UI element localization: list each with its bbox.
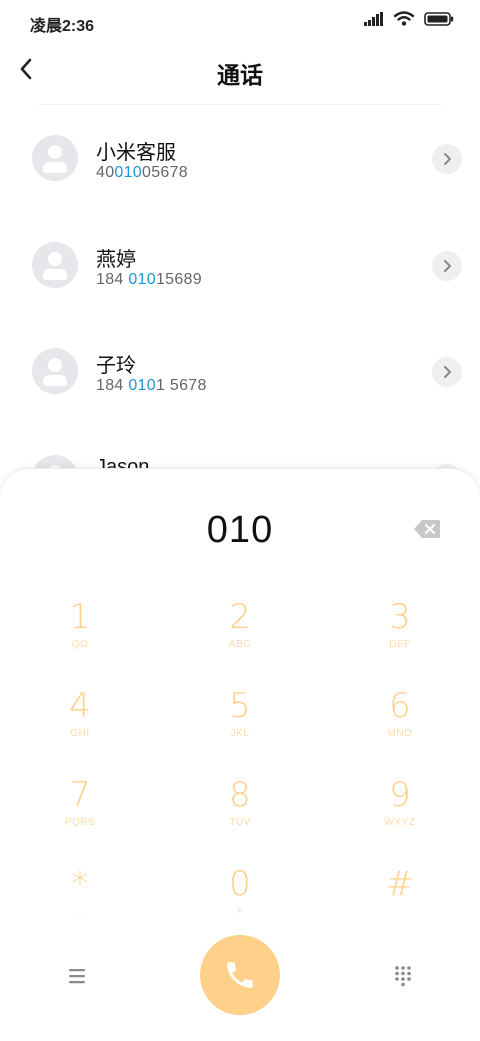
dial-key-5[interactable]: 5 JKL	[180, 686, 300, 766]
dial-key-digit: 3	[389, 597, 411, 637]
avatar	[32, 242, 78, 288]
menu-button[interactable]	[66, 965, 88, 987]
dial-key-3[interactable]: 3 DEF	[340, 597, 460, 677]
contact-item[interactable]: 子玲 184 0101 5678	[0, 318, 480, 418]
dial-key-digit: 4	[69, 686, 91, 726]
dial-key-6[interactable]: 6 MNO	[340, 686, 460, 766]
contact-detail-button[interactable]	[432, 251, 462, 281]
dial-key-letters: GHI	[70, 728, 90, 739]
dial-key-letters: JKL	[230, 728, 250, 739]
status-bar: 凌晨2:36	[0, 0, 480, 40]
dial-key-letters: TUV	[229, 817, 251, 828]
dial-key-digit: 5	[229, 686, 251, 726]
dial-key-letters: MNO	[387, 728, 413, 739]
contact-detail-button[interactable]	[432, 357, 462, 387]
dial-key-digit: #	[385, 864, 415, 904]
dialpad-sheet: 010 1 QO 2 ABC 3 DEF 4 GHI 5 JKL 6 MNO 7…	[0, 468, 480, 1041]
contact-name: 子玲	[96, 355, 136, 377]
dial-key-letters: PQRS	[64, 817, 96, 828]
chevron-right-icon	[444, 260, 451, 272]
header: 通话	[0, 40, 480, 102]
contact-number: 184 01015689	[96, 271, 202, 288]
contact-detail-button[interactable]	[432, 144, 462, 174]
dial-key-hash[interactable]: #	[340, 864, 460, 944]
keypad-grid-icon	[395, 966, 411, 987]
dial-key-1[interactable]: 1 QO	[20, 597, 140, 677]
status-icons	[364, 11, 454, 26]
contact-item[interactable]: 小米客服 4001005678	[0, 105, 480, 205]
page-title: 通话	[217, 62, 263, 88]
battery-icon	[424, 11, 454, 26]
dial-key-letters: +	[236, 906, 244, 917]
menu-icon	[69, 969, 85, 984]
dial-number-input[interactable]: 010	[0, 509, 480, 552]
contact-name: 燕婷	[96, 249, 136, 271]
dial-key-digit: 0	[229, 864, 251, 904]
chevron-right-icon	[444, 366, 451, 378]
dial-key-7[interactable]: 7 PQRS	[20, 775, 140, 855]
phone-icon	[227, 962, 253, 988]
dial-key-4[interactable]: 4 GHI	[20, 686, 140, 766]
chevron-right-icon	[444, 153, 451, 165]
dial-key-8[interactable]: 8 TUV	[180, 775, 300, 855]
avatar	[32, 348, 78, 394]
dial-key-digit: 7	[69, 775, 91, 815]
contact-number: 4001005678	[96, 164, 189, 181]
dial-key-digit: 6	[389, 686, 411, 726]
dialpad-actions	[0, 935, 480, 1025]
dial-key-digit: 1	[69, 597, 91, 637]
dial-key-letters: QO	[71, 639, 89, 650]
dial-key-letters: WXYZ	[384, 817, 416, 828]
dial-key-digit: 8	[229, 775, 251, 815]
call-button[interactable]	[200, 935, 280, 1015]
contact-name: 小米客服	[96, 142, 176, 164]
dial-key-digit: 9	[389, 775, 411, 815]
dial-key-letters: DEF	[389, 639, 411, 650]
backspace-button[interactable]	[413, 519, 441, 539]
status-time: 凌晨2:36	[30, 18, 95, 35]
dial-key-star[interactable]: * ,	[20, 864, 140, 944]
dial-key-2[interactable]: 2 ABC	[180, 597, 300, 677]
backspace-icon	[414, 520, 440, 538]
dial-key-9[interactable]: 9 WXYZ	[340, 775, 460, 855]
dial-key-digit: *	[71, 864, 89, 904]
contact-number: 184 0101 5678	[96, 377, 207, 394]
wifi-icon	[394, 11, 414, 26]
contact-item[interactable]: 燕婷 184 01015689	[0, 212, 480, 312]
keypad-toggle-button[interactable]	[392, 965, 414, 987]
avatar	[32, 135, 78, 181]
dial-key-letters: ABC	[228, 639, 252, 650]
dial-key-letters: ,	[78, 906, 82, 917]
signal-icon	[364, 11, 383, 26]
dial-key-digit: 2	[229, 597, 251, 637]
contact-list[interactable]: 小米客服 4001005678 燕婷 184 01015689 子玲 184 0…	[0, 105, 480, 475]
dial-key-0[interactable]: 0 +	[180, 864, 300, 944]
